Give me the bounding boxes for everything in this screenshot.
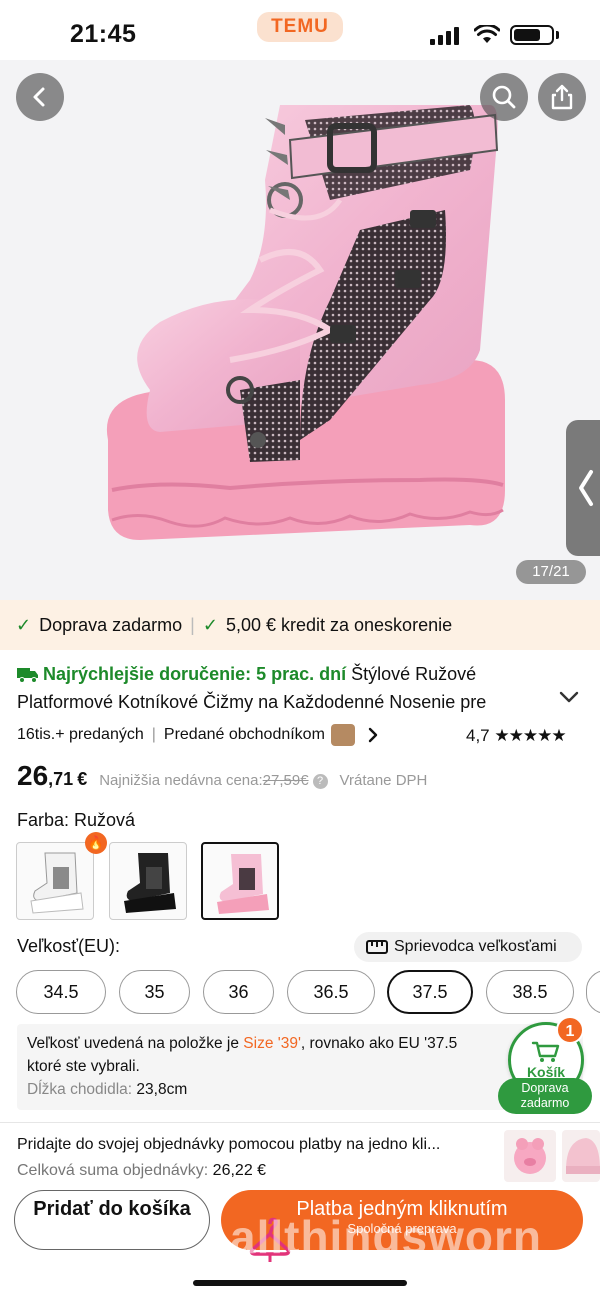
sold-by-label: Predané obchodníkom <box>163 726 325 743</box>
color-swatch-white[interactable] <box>16 842 94 920</box>
size-option[interactable]: 36 <box>203 970 274 1014</box>
size-option-partial[interactable] <box>586 970 600 1014</box>
home-indicator[interactable] <box>193 1280 407 1286</box>
truck-icon <box>17 668 38 683</box>
item-size-highlight: Size '39' <box>243 1035 301 1052</box>
color-swatch-pink[interactable] <box>201 842 279 920</box>
cellular-signal-icon <box>430 27 459 45</box>
gallery-side-tab[interactable] <box>566 420 600 556</box>
price-row: 26 ,71 € Najnižšia nedávna cena:27,59€? … <box>17 760 427 792</box>
foot-length-label: Dĺžka chodidla: <box>27 1081 133 1098</box>
promo-line: Pridajte do svojej objednávky pomocou pl… <box>17 1136 441 1153</box>
battery-cap <box>556 31 559 39</box>
boot-thumbnail <box>124 853 176 913</box>
battery-icon <box>510 25 554 45</box>
star-icons: ★★★★★ <box>494 726 566 745</box>
temu-logo: TEMU <box>257 12 343 42</box>
chevron-left-icon <box>579 470 593 506</box>
promo-item-thumbnail[interactable] <box>562 1130 600 1182</box>
size-guide-button[interactable]: Sprievodca veľkosťami <box>354 932 582 962</box>
search-icon <box>492 85 516 109</box>
order-total-label: Celková suma objednávky: <box>17 1162 209 1179</box>
image-counter: 17/21 <box>516 560 586 584</box>
chevron-left-icon <box>33 87 45 107</box>
chevron-right-icon <box>368 727 378 743</box>
sold-count: 16tis.+ predaných <box>17 726 144 743</box>
one-click-promo[interactable]: Pridajte do svojej objednávky pomocou pl… <box>17 1132 495 1184</box>
clock: 21:45 <box>70 20 137 48</box>
promo-item-thumbnail[interactable] <box>504 1130 556 1182</box>
status-bar: 21:45 TEMU <box>0 0 600 60</box>
size-option[interactable]: 36.5 <box>287 970 375 1014</box>
product-image-boot <box>106 105 506 540</box>
boot-thumbnail <box>30 852 84 914</box>
size-label: Veľkosť(EU): <box>17 936 121 956</box>
hot-badge-icon: 🔥 <box>85 832 107 854</box>
product-title[interactable]: Najrýchlejšie doručenie: 5 prac. dní Štý… <box>17 660 577 716</box>
color-label: Farba: Ružová <box>17 810 136 830</box>
size-option[interactable]: 35 <box>119 970 190 1014</box>
cart-icon <box>531 1041 560 1062</box>
color-swatch-black[interactable] <box>109 842 187 920</box>
lowest-price-value: 27,59€ <box>262 772 309 789</box>
size-option-selected[interactable]: 37.5 <box>387 970 473 1014</box>
ruler-icon <box>366 940 388 954</box>
cart-count-badge: 1 <box>556 1016 584 1044</box>
free-shipping-text: Doprava zadarmo <box>39 614 183 635</box>
add-to-cart-button[interactable]: Pridať do košíka <box>14 1190 210 1250</box>
share-button[interactable] <box>538 73 586 121</box>
wifi-icon <box>474 25 500 43</box>
pig-plush-thumbnail <box>514 1138 546 1174</box>
rating-value: 4,7 <box>466 726 490 745</box>
vat-note: Vrátane DPH <box>339 772 428 789</box>
divider: | <box>190 614 195 635</box>
title-text-part1: Štýlové Ružové <box>351 664 477 684</box>
product-image-gallery[interactable]: 17/21 <box>0 60 600 600</box>
title-text-part2: Platformové Kotníkové Čižmy na Každodenn… <box>17 692 487 712</box>
hanger-watermark-icon <box>249 1217 291 1262</box>
free-shipping-pill: Doprava zadarmo <box>498 1078 592 1114</box>
delivery-banner[interactable]: ✓ Doprava zadarmo | ✓ 5,00 € kredit za o… <box>0 600 600 650</box>
price-currency: € <box>77 769 88 789</box>
help-icon[interactable]: ? <box>312 774 328 789</box>
foot-length-value: 23,8cm <box>136 1081 188 1098</box>
fast-delivery-label: Najrýchlejšie doručenie: 5 prac. dní <box>43 664 347 684</box>
late-credit-text: 5,00 € kredit za oneskorenie <box>225 614 453 635</box>
size-option[interactable]: 34.5 <box>16 970 106 1014</box>
pink-hat-thumbnail <box>566 1138 600 1174</box>
price-integer: 26 <box>17 760 49 791</box>
rating[interactable]: 4,7 ★★★★★ <box>466 726 567 746</box>
expand-title-chevron-icon[interactable] <box>558 690 580 704</box>
search-button[interactable] <box>480 73 528 121</box>
divider: | <box>151 726 156 743</box>
check-icon: ✓ <box>16 614 32 635</box>
order-total-value: 26,22 € <box>212 1162 267 1179</box>
check-icon: ✓ <box>202 614 218 635</box>
seller-avatar <box>330 724 355 746</box>
boot-thumbnail <box>217 854 269 914</box>
share-icon <box>551 84 573 110</box>
price-decimal: ,71 <box>48 769 74 789</box>
lowest-price: Najnižšia nedávna cena:27,59€? <box>99 772 328 789</box>
size-option[interactable]: 38.5 <box>486 970 574 1014</box>
section-divider <box>0 1122 600 1123</box>
back-button[interactable] <box>16 73 64 121</box>
